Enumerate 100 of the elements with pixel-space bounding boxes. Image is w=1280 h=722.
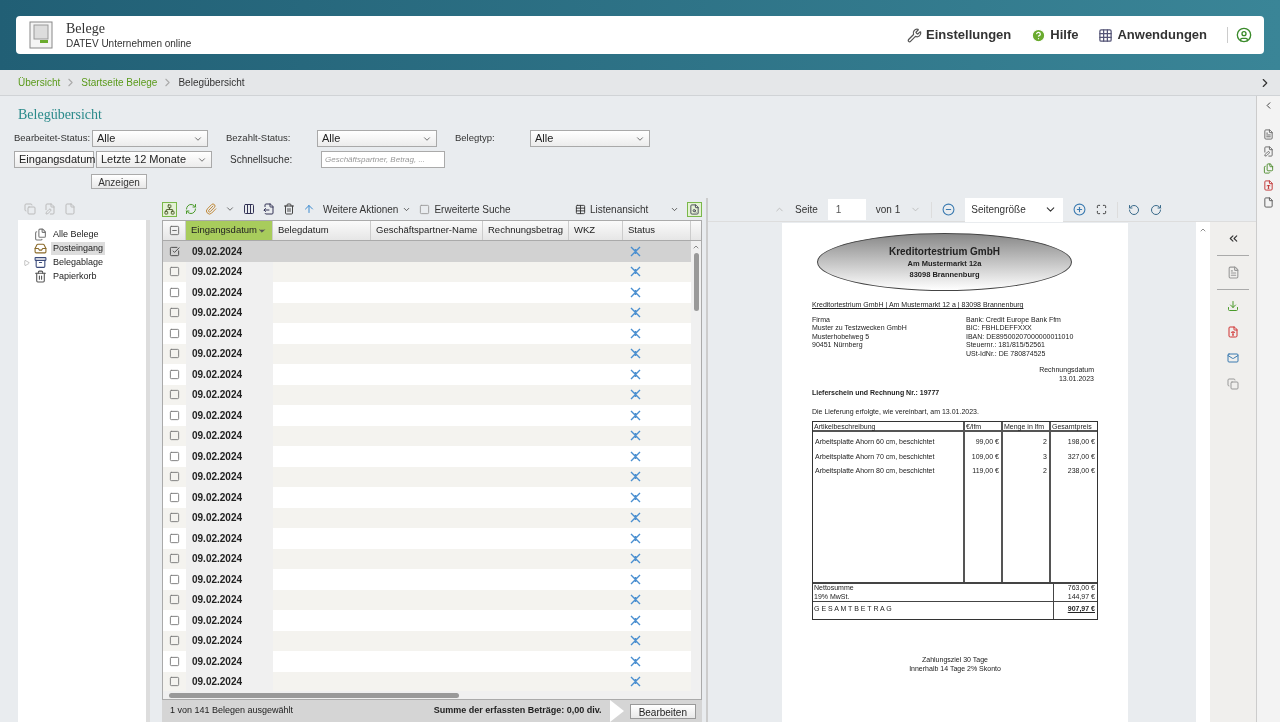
row-checkbox[interactable] <box>169 245 180 257</box>
row-checkbox[interactable] <box>169 389 180 401</box>
pdf-icon[interactable] <box>1227 326 1239 338</box>
column-header[interactable]: Eingangsdatum <box>186 221 273 240</box>
select-all-checkbox[interactable] <box>168 225 180 236</box>
date-field-dropdown[interactable]: Eingangsdatum <box>14 151 94 168</box>
row-checkbox[interactable] <box>169 532 180 544</box>
view-dropdown[interactable]: Listenansicht <box>575 201 679 217</box>
mail-icon[interactable] <box>1227 352 1239 364</box>
row-checkbox[interactable] <box>169 348 180 360</box>
preview-scrollbar[interactable] <box>1196 222 1210 722</box>
document-icon[interactable] <box>1263 129 1274 140</box>
apps-button[interactable]: Anwendungen <box>1098 25 1207 45</box>
trash-icon <box>34 270 47 283</box>
user-icon[interactable] <box>1236 27 1252 43</box>
table-row[interactable]: 09.02.2024 <box>163 241 691 262</box>
status-icon <box>630 676 641 688</box>
tree-item[interactable]: Alle Belege <box>51 227 101 242</box>
column-header[interactable]: Rechnungsbetrag <box>483 221 569 240</box>
row-checkbox[interactable] <box>169 368 180 380</box>
settings-button[interactable]: Einstellungen <box>907 25 1012 45</box>
table-row[interactable]: 09.02.2024 <box>163 507 691 528</box>
tree-item[interactable]: Belegablage <box>51 255 106 270</box>
dropdown-icon[interactable] <box>225 204 235 214</box>
scroll-up-icon[interactable] <box>1199 226 1207 234</box>
zoom-in-icon[interactable] <box>1073 203 1087 216</box>
date-range-dropdown[interactable]: Letzte 12 Monate <box>96 151 212 168</box>
trash-icon[interactable] <box>283 203 295 215</box>
row-checkbox[interactable] <box>169 471 180 483</box>
filter-label: Bezahlt-Status: <box>226 131 292 146</box>
row-checkbox[interactable] <box>169 327 180 339</box>
columns-icon[interactable] <box>243 203 255 215</box>
table-row[interactable]: 09.02.2024 <box>163 548 691 569</box>
tree-item[interactable]: Papierkorb <box>51 269 99 284</box>
export-icon[interactable] <box>263 203 275 215</box>
row-checkbox[interactable] <box>169 594 180 606</box>
edit-button[interactable]: Bearbeiten <box>629 703 696 719</box>
row-checkbox[interactable] <box>169 676 180 688</box>
row-checkbox[interactable] <box>169 307 180 319</box>
table-row[interactable]: 09.02.2024 <box>163 425 691 446</box>
pdf-icon[interactable] <box>1263 180 1274 191</box>
zoom-dropdown[interactable]: Seitengröße <box>965 197 1064 222</box>
breadcrumb-link[interactable]: Belegübersicht <box>178 75 245 90</box>
row-checkbox[interactable] <box>169 614 180 626</box>
fullscreen-icon[interactable] <box>1096 204 1108 215</box>
table-row[interactable]: 09.02.2024 <box>163 384 691 405</box>
show-button[interactable]: Anzeigen <box>91 174 147 189</box>
filter-dropdown[interactable]: Alle <box>530 130 650 147</box>
table-row[interactable]: 09.02.2024 <box>163 261 691 282</box>
table-row[interactable]: 09.02.2024 <box>163 671 691 691</box>
row-checkbox[interactable] <box>169 266 180 278</box>
copy-icon[interactable] <box>1227 378 1239 390</box>
download-icon[interactable] <box>1227 300 1239 312</box>
column-header[interactable]: WKZ <box>569 221 623 240</box>
column-header[interactable]: Geschäftspartner-Name <box>371 221 483 240</box>
column-header[interactable]: Status <box>623 221 691 240</box>
row-checkbox[interactable] <box>169 491 180 503</box>
filter-dropdown[interactable]: Alle <box>92 130 208 147</box>
file-icon[interactable] <box>1263 197 1274 208</box>
row-checkbox[interactable] <box>169 655 180 667</box>
refresh-icon[interactable] <box>185 203 197 215</box>
paperclip-icon[interactable] <box>205 203 217 215</box>
page-field[interactable]: 1 <box>827 199 866 220</box>
filter-dropdown[interactable]: Alle <box>317 130 437 147</box>
column-header[interactable]: Belegdatum <box>273 221 371 240</box>
rotate-left-icon[interactable] <box>1128 203 1141 216</box>
table-row[interactable]: 09.02.2024 <box>163 302 691 323</box>
row-checkbox[interactable] <box>169 553 180 565</box>
row-checkbox[interactable] <box>169 573 180 585</box>
tree-view-icon[interactable] <box>162 201 177 217</box>
preview-icon[interactable] <box>687 201 702 217</box>
more-actions-button[interactable]: Weitere Aktionen <box>323 201 412 217</box>
status-icon <box>630 635 641 647</box>
document-icon[interactable] <box>1226 266 1240 279</box>
documents-icon <box>34 228 47 241</box>
row-checkbox[interactable] <box>169 409 180 421</box>
row-checkbox[interactable] <box>169 286 180 298</box>
tree-item[interactable]: Posteingang <box>51 241 106 256</box>
table-row[interactable]: 09.02.2024 <box>163 630 691 651</box>
row-checkbox[interactable] <box>169 430 180 442</box>
scroll-up-icon[interactable] <box>692 243 700 251</box>
upload-icon[interactable] <box>303 203 315 215</box>
table-row[interactable]: 09.02.2024 <box>163 466 691 487</box>
help-button[interactable]: Hilfe <box>1031 25 1079 45</box>
vertical-scrollbar[interactable] <box>691 241 701 691</box>
horizontal-scrollbar[interactable] <box>163 691 701 699</box>
table-row[interactable]: 09.02.2024 <box>163 343 691 364</box>
expand-arrow-icon[interactable] <box>24 259 30 266</box>
checkbox[interactable] <box>419 203 431 215</box>
rotate-right-icon[interactable] <box>1150 203 1163 216</box>
edit-icon[interactable] <box>1263 146 1274 157</box>
table-cell: 09.02.2024 <box>186 651 273 672</box>
row-checkbox[interactable] <box>169 635 180 647</box>
row-checkbox[interactable] <box>169 450 180 462</box>
status-icon <box>630 573 641 585</box>
search-field[interactable]: Geschäftspartner, Betrag, ... <box>321 151 445 168</box>
row-checkbox[interactable] <box>169 512 180 524</box>
documents-icon[interactable] <box>1263 163 1274 174</box>
zoom-out-icon[interactable] <box>942 203 956 216</box>
table-row[interactable]: 09.02.2024 <box>163 589 691 610</box>
